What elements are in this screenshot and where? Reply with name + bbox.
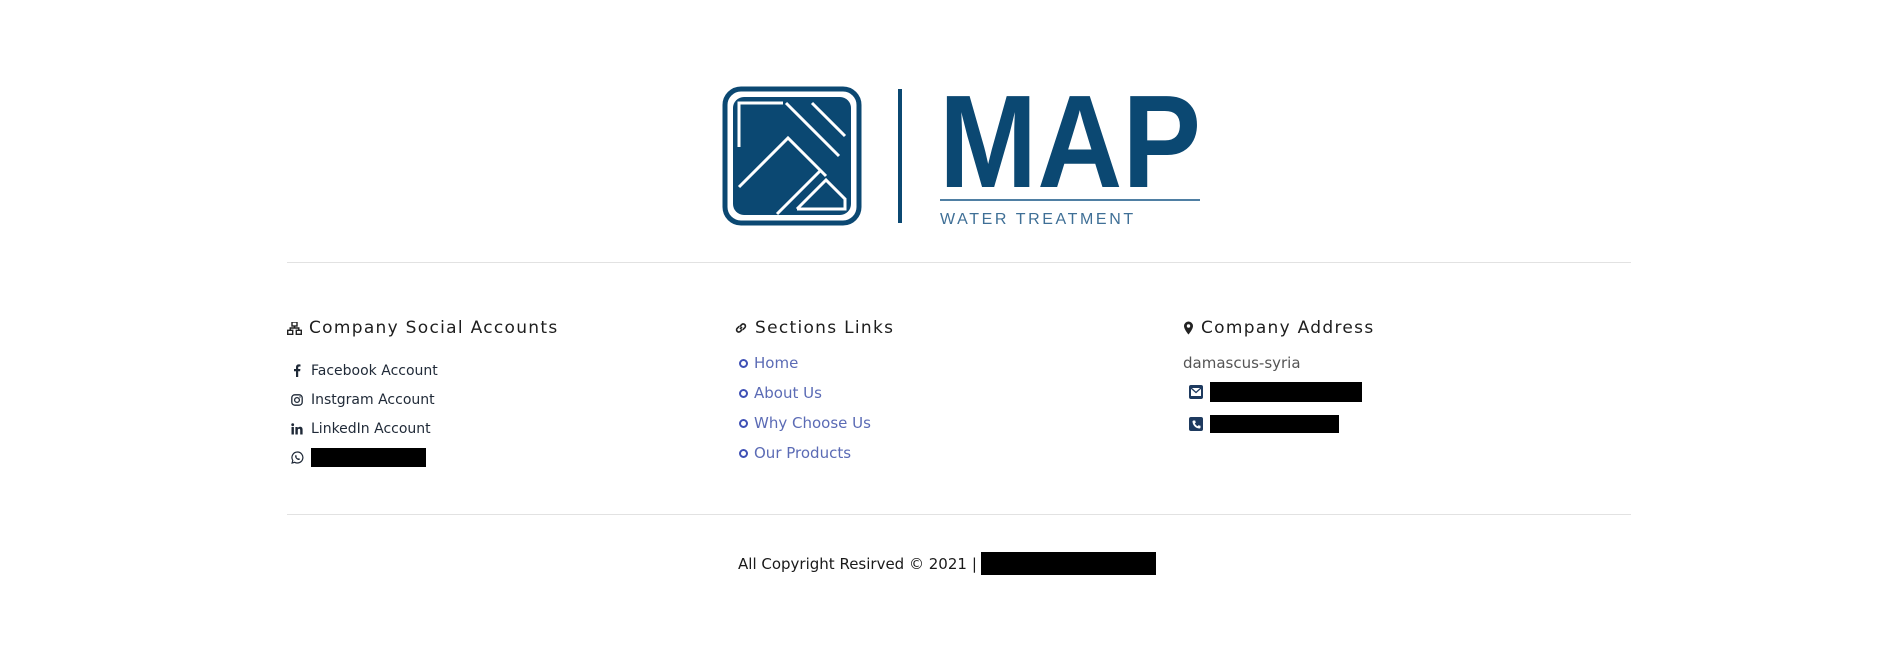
instagram-icon xyxy=(290,393,304,406)
brand-logo-graphic: MAP WATER TREATMENT xyxy=(722,84,1200,228)
brand-underline xyxy=(940,199,1200,201)
whatsapp-icon xyxy=(290,451,304,464)
sections-section-title: Sections Links xyxy=(734,314,1154,342)
brand-name: MAP xyxy=(939,84,1200,215)
linkedin-account-link[interactable]: LinkedIn Account xyxy=(287,414,707,443)
phone-contact[interactable] xyxy=(1183,408,1623,440)
bullet-circle-icon xyxy=(739,448,748,458)
nav-link-home-label: Home xyxy=(754,354,799,372)
company-address-section: Company Address damascus-syria xyxy=(1183,314,1623,440)
social-accounts-section: Company Social Accounts Facebook Account… xyxy=(287,314,707,472)
instagram-account-link[interactable]: Instgram Account xyxy=(287,385,707,414)
instagram-account-label: Instgram Account xyxy=(311,391,435,408)
sitemap-icon xyxy=(287,321,302,335)
sections-section-title-text: Sections Links xyxy=(755,318,895,338)
email-contact[interactable] xyxy=(1183,376,1623,408)
map-marker-icon xyxy=(1184,321,1193,335)
divider-top xyxy=(287,262,1631,263)
copyright-text: All Copyright Resirved © 2021 xyxy=(738,554,967,573)
nav-link-about-us-label: About Us xyxy=(754,384,822,402)
whatsapp-account-link[interactable] xyxy=(287,443,707,472)
whatsapp-number-redacted xyxy=(311,448,426,467)
nav-link-why-choose-us-label: Why Choose Us xyxy=(754,414,871,432)
divider-bottom xyxy=(287,514,1631,515)
nav-link-our-products-label: Our Products xyxy=(754,444,852,462)
bullet-circle-icon xyxy=(739,418,748,428)
social-section-title-text: Company Social Accounts xyxy=(309,318,559,338)
sections-links-section: Sections Links Home About Us Why Choose … xyxy=(734,314,1154,468)
phone-redacted xyxy=(1210,415,1339,433)
facebook-account-label: Facebook Account xyxy=(311,362,438,379)
link-icon xyxy=(735,323,747,333)
phone-icon xyxy=(1189,417,1203,431)
address-section-title-text: Company Address xyxy=(1201,318,1375,338)
copyright-owner-redacted xyxy=(980,552,1156,575)
facebook-account-link[interactable]: Facebook Account xyxy=(287,356,707,385)
facebook-icon xyxy=(290,364,304,377)
social-section-title: Company Social Accounts xyxy=(287,314,707,342)
bullet-circle-icon xyxy=(739,388,748,398)
linkedin-account-label: LinkedIn Account xyxy=(311,420,431,437)
nav-link-our-products[interactable]: Our Products xyxy=(734,438,1154,468)
copyright-bar: All Copyright Resirved © 2021 | xyxy=(0,552,1894,575)
social-list: Facebook Account Instgram Account Linked… xyxy=(287,356,707,472)
nav-link-home[interactable]: Home xyxy=(734,348,1154,378)
logo-divider xyxy=(898,89,902,223)
address-section-title: Company Address xyxy=(1183,314,1623,342)
copyright-separator: | xyxy=(971,554,977,573)
brand-tagline: WATER TREATMENT xyxy=(940,211,1136,228)
sections-links-list: Home About Us Why Choose Us Our Products xyxy=(734,348,1154,468)
address-city: damascus-syria xyxy=(1183,354,1301,372)
email-redacted xyxy=(1210,382,1362,402)
brand-logo[interactable]: MAP WATER TREATMENT xyxy=(720,84,1200,228)
bullet-circle-icon xyxy=(739,358,748,368)
envelope-icon xyxy=(1189,385,1203,399)
nav-link-why-choose-us[interactable]: Why Choose Us xyxy=(734,408,1154,438)
nav-link-about-us[interactable]: About Us xyxy=(734,378,1154,408)
linkedin-icon xyxy=(290,422,304,435)
diamond-emblem-icon xyxy=(722,86,862,226)
footer-page: MAP WATER TREATMENT Company Social Accou… xyxy=(0,0,1894,648)
